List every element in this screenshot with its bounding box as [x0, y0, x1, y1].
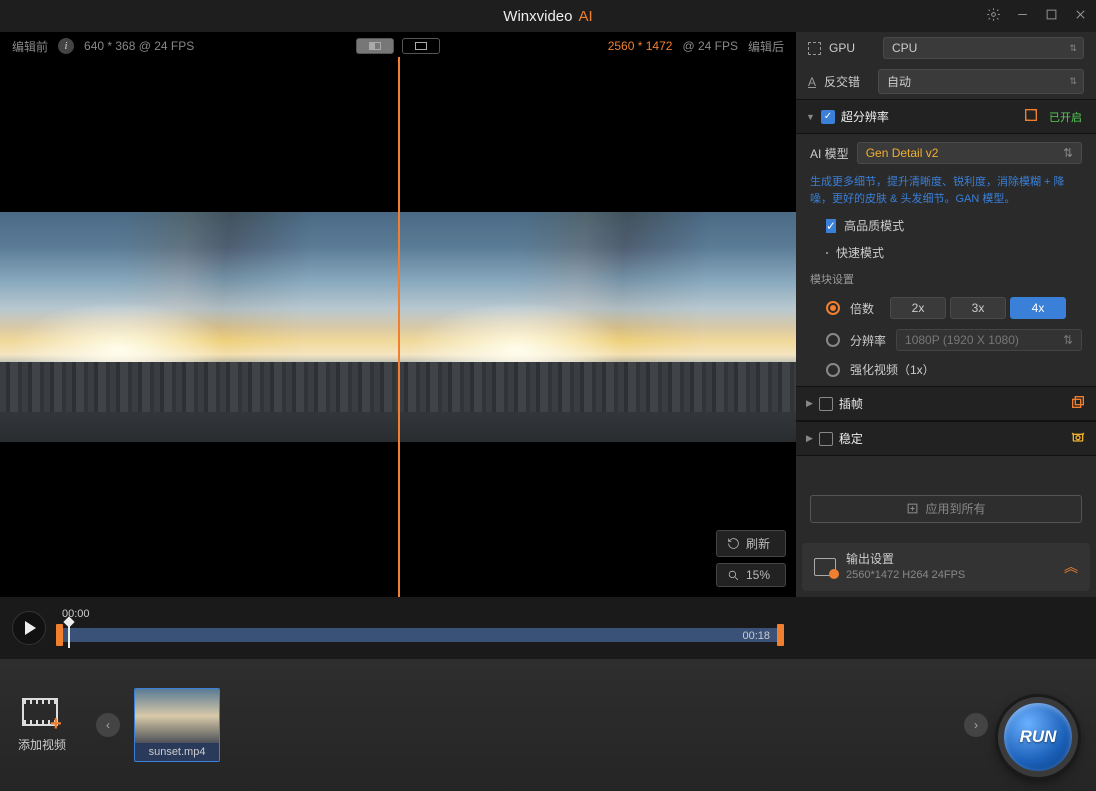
output-resolution: 2560 * 1472 [608, 39, 673, 53]
interp-checkbox[interactable] [819, 397, 833, 411]
model-description: 生成更多细节，提升清晰度、锐利度，消除模糊 + 降噪，更好的皮肤 & 头发细节。… [810, 174, 1082, 207]
deinterlace-label: 反交错 [824, 73, 870, 90]
gpu-icon [808, 42, 821, 55]
output-settings[interactable]: 输出设置 2560*1472 H264 24FPS ︽ [802, 543, 1090, 591]
zoom-button[interactable]: 15% [716, 563, 786, 587]
player-bar: 00:00 00:18 [0, 597, 796, 659]
run-button[interactable]: RUN [998, 697, 1078, 777]
sr-checkbox[interactable]: ✓ [821, 110, 835, 124]
view-mode-side[interactable] [402, 38, 440, 54]
scale-4x-button[interactable]: 4x [1010, 297, 1066, 319]
chevron-right-icon: ▶ [806, 433, 813, 444]
output-icon [814, 558, 836, 576]
preview-canvas[interactable]: 刷新 15% [0, 57, 796, 597]
apply-all-button[interactable]: 应用到所有 [810, 495, 1082, 523]
add-video-button[interactable]: + 添加视频 [18, 698, 66, 753]
output-fps: @ 24 FPS [682, 39, 738, 53]
resolution-radio[interactable] [826, 333, 840, 347]
gpu-select[interactable]: CPU⇅ [883, 37, 1084, 59]
hq-mode-checkbox[interactable]: ✓ [826, 219, 836, 233]
scale-2x-button[interactable]: 2x [890, 297, 946, 319]
info-icon[interactable]: i [58, 38, 74, 54]
stab-checkbox[interactable] [819, 432, 833, 446]
camera-icon [1070, 429, 1086, 448]
thumbs-prev-button[interactable]: ‹ [96, 713, 120, 737]
resolution-select[interactable]: 1080P (1920 X 1080)⇅ [896, 329, 1082, 351]
enhance-radio[interactable] [826, 363, 840, 377]
frames-icon [1070, 394, 1086, 413]
output-expand-icon[interactable]: ︽ [1064, 557, 1078, 577]
refresh-button[interactable]: 刷新 [716, 530, 786, 557]
chevron-right-icon: ▶ [806, 398, 813, 409]
preview-area: 编辑前 i 640 * 368 @ 24 FPS 2560 * 1472 @ 2… [0, 32, 796, 597]
timeline[interactable]: 00:00 00:18 [56, 608, 784, 648]
sr-status-badge: 已开启 [1045, 108, 1086, 126]
scale-3x-button[interactable]: 3x [950, 297, 1006, 319]
bottom-bar: + 添加视频 ‹ sunset.mp4 › RUN [0, 659, 1096, 791]
fast-mode-checkbox[interactable] [826, 252, 828, 254]
source-resolution: 640 * 368 @ 24 FPS [84, 39, 194, 53]
deinterlace-select[interactable]: 自动⇅ [878, 69, 1084, 94]
expand-icon[interactable] [1023, 107, 1039, 126]
module-settings-label: 模块设置 [810, 271, 1082, 287]
trim-handle-left[interactable] [56, 624, 63, 646]
time-end: 00:18 [742, 630, 770, 642]
after-label: 编辑后 [748, 38, 784, 55]
play-button[interactable] [12, 611, 46, 645]
sidebar: GPU CPU⇅ A 反交错 自动⇅ ▼ ✓ 超分辨率 已开启 AI 模型 Ge… [796, 32, 1096, 597]
ai-model-label: AI 模型 [810, 145, 849, 162]
deinterlace-icon: A [808, 75, 816, 89]
close-icon[interactable] [1073, 7, 1088, 25]
view-mode-split[interactable] [356, 38, 394, 54]
before-label: 编辑前 [12, 38, 48, 55]
settings-icon[interactable] [986, 7, 1001, 25]
minimize-icon[interactable] [1015, 7, 1030, 25]
chevron-down-icon: ▼ [806, 112, 815, 122]
scale-radio[interactable] [826, 301, 840, 315]
ai-model-select[interactable]: Gen Detail v2⇅ [857, 142, 1082, 164]
section-interpolation[interactable]: ▶ 插帧 [796, 386, 1096, 421]
section-stabilize[interactable]: ▶ 稳定 [796, 421, 1096, 456]
output-title: 输出设置 [846, 551, 1054, 568]
trim-handle-right[interactable] [777, 624, 784, 646]
thumbnail-filename: sunset.mp4 [135, 743, 219, 761]
compare-divider[interactable] [398, 57, 400, 597]
gpu-label: GPU [829, 41, 875, 55]
thumbs-next-button[interactable]: › [964, 713, 988, 737]
titlebar: WinxvideoAI [0, 0, 1096, 32]
app-title: WinxvideoAI [503, 8, 592, 25]
section-super-resolution[interactable]: ▼ ✓ 超分辨率 已开启 [796, 99, 1096, 134]
maximize-icon[interactable] [1044, 7, 1059, 25]
output-detail: 2560*1472 H264 24FPS [846, 568, 1054, 583]
video-thumbnail[interactable]: sunset.mp4 [134, 688, 220, 762]
playhead[interactable] [68, 622, 70, 648]
